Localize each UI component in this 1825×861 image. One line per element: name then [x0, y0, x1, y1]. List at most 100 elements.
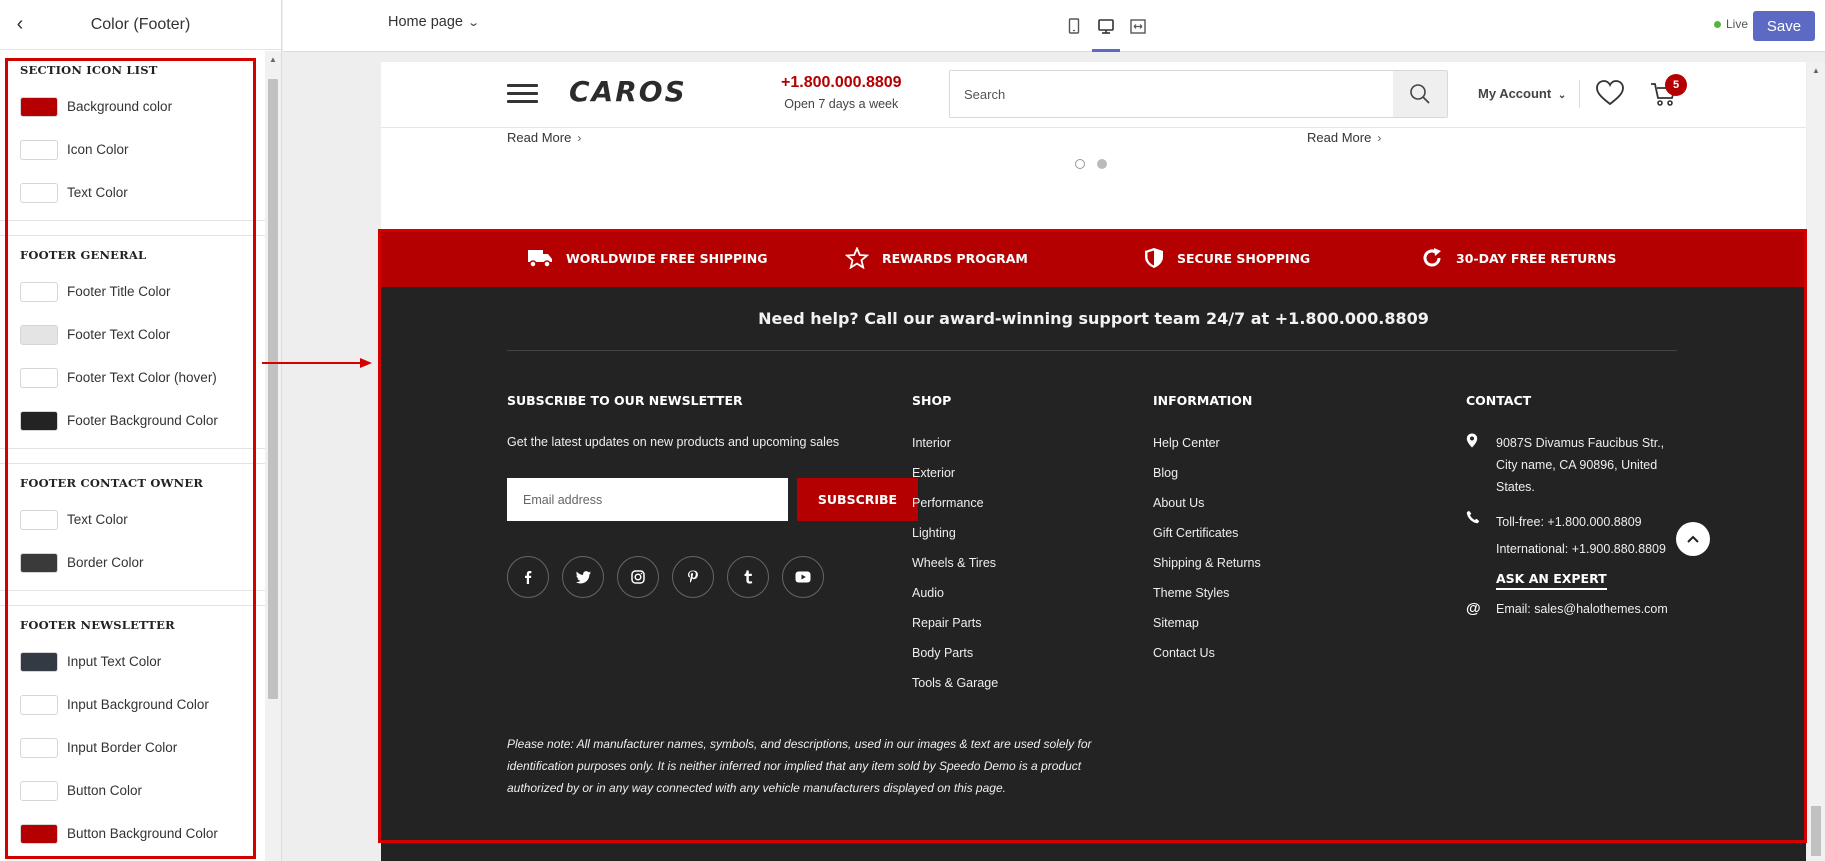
setting-label: Footer Title Color [67, 284, 171, 299]
setting-input-text-color[interactable]: Input Text Color [20, 640, 262, 683]
footer-link[interactable]: Sitemap [1153, 616, 1261, 646]
ask-an-expert-link[interactable]: ASK AN EXPERT [1496, 571, 1607, 590]
shop-column-title: SHOP [912, 393, 952, 408]
account-label: My Account [1478, 86, 1552, 101]
page-selector[interactable]: Home page ⌄ [388, 14, 480, 30]
facebook-link[interactable] [507, 556, 549, 598]
tumblr-link[interactable] [727, 556, 769, 598]
newsletter-title: SUBSCRIBE TO OUR NEWSLETTER [507, 393, 743, 408]
setting-footer-background-color[interactable]: Footer Background Color [20, 399, 262, 442]
sidebar-scrollbar[interactable]: ▲ [265, 51, 281, 861]
search-button[interactable] [1393, 71, 1447, 117]
color-swatch[interactable] [20, 367, 58, 388]
footer-link[interactable]: Blog [1153, 466, 1261, 496]
desktop-view-button[interactable] [1090, 0, 1122, 52]
newsletter-description: Get the latest updates on new products a… [507, 435, 840, 449]
setting-label: Input Text Color [67, 654, 162, 669]
settings-section-footer-general: FOOTER GENERAL Footer Title Color Footer… [0, 235, 281, 449]
settings-section-icon-list: SECTION ICON LIST Background color Icon … [0, 51, 281, 221]
newsletter-email-input[interactable] [507, 478, 788, 521]
read-more-link[interactable]: Read More › [1307, 130, 1381, 145]
footer-link[interactable]: Lighting [912, 526, 998, 556]
international-number[interactable]: International: +1.900.880.8809 [1496, 536, 1666, 563]
footer-link[interactable]: Shipping & Returns [1153, 556, 1261, 586]
icon-list-label: WORLDWIDE FREE SHIPPING [566, 250, 768, 266]
color-swatch[interactable] [20, 96, 58, 117]
footer-link[interactable]: Tools & Garage [912, 676, 998, 706]
footer-link[interactable]: Help Center [1153, 436, 1261, 466]
preview-scrollbar[interactable]: ▲ [1807, 62, 1825, 861]
setting-footer-title-color[interactable]: Footer Title Color [20, 270, 262, 313]
color-swatch[interactable] [20, 324, 58, 345]
wishlist-button[interactable] [1595, 79, 1625, 110]
footer-link[interactable]: Wheels & Tires [912, 556, 998, 586]
read-more-link[interactable]: Read More › [507, 130, 581, 145]
contact-address: 9087S Divamus Faucibus Str., City name, … [1466, 432, 1664, 498]
menu-icon[interactable] [507, 84, 538, 104]
footer-link[interactable]: Interior [912, 436, 998, 466]
scroll-up-arrow-icon[interactable]: ▲ [1807, 66, 1825, 75]
setting-input-border-color[interactable]: Input Border Color [20, 726, 262, 769]
my-account-menu[interactable]: My Account ⌄ [1478, 86, 1566, 101]
footer-link[interactable]: About Us [1153, 496, 1261, 526]
setting-button-color[interactable]: Button Color [20, 769, 262, 812]
color-swatch[interactable] [20, 552, 58, 573]
fullwidth-view-button[interactable] [1122, 0, 1154, 52]
setting-icon-list-text-color[interactable]: Text Color [20, 171, 262, 214]
color-swatch[interactable] [20, 694, 58, 715]
twitter-link[interactable] [562, 556, 604, 598]
mobile-view-button[interactable] [1058, 0, 1090, 52]
footer-link[interactable]: Body Parts [912, 646, 998, 676]
back-button[interactable]: ‹ [0, 0, 40, 50]
setting-button-background-color[interactable]: Button Background Color [20, 812, 262, 855]
youtube-link[interactable] [782, 556, 824, 598]
footer-link[interactable]: Exterior [912, 466, 998, 496]
setting-label: Text Color [67, 512, 128, 527]
footer-link[interactable]: Contact Us [1153, 646, 1261, 676]
color-swatch[interactable] [20, 651, 58, 672]
save-button[interactable]: Save [1753, 11, 1815, 41]
setting-contact-border-color[interactable]: Border Color [20, 541, 262, 584]
carousel-dot[interactable] [1075, 159, 1085, 169]
color-swatch[interactable] [20, 509, 58, 530]
footer-icon-list: WORLDWIDE FREE SHIPPING REWARDS PROGRAM … [381, 229, 1806, 287]
facebook-icon [525, 571, 532, 584]
scrollbar-thumb[interactable] [268, 79, 278, 699]
setting-footer-text-color[interactable]: Footer Text Color [20, 313, 262, 356]
setting-icon-list-background-color[interactable]: Background color [20, 85, 262, 128]
phone-number[interactable]: +1.800.000.8809 [781, 74, 902, 92]
setting-contact-text-color[interactable]: Text Color [20, 498, 262, 541]
footer-link[interactable]: Audio [912, 586, 998, 616]
footer-link[interactable]: Performance [912, 496, 998, 526]
icon-list-item: SECURE SHOPPING [1144, 240, 1310, 276]
footer-link[interactable]: Gift Certificates [1153, 526, 1261, 556]
search-input[interactable] [950, 71, 1393, 117]
back-to-top-button[interactable] [1676, 522, 1710, 556]
subscribe-button[interactable]: SUBSCRIBE [797, 478, 918, 521]
email-address[interactable]: Email: sales@halothemes.com [1496, 598, 1668, 620]
page-selector-label: Home page [388, 14, 463, 30]
color-swatch[interactable] [20, 737, 58, 758]
color-swatch[interactable] [20, 823, 58, 844]
instagram-icon [631, 570, 645, 584]
setting-input-background-color[interactable]: Input Background Color [20, 683, 262, 726]
store-header: CAROS +1.800.000.8809 Open 7 days a week… [381, 62, 1806, 128]
color-swatch[interactable] [20, 410, 58, 431]
instagram-link[interactable] [617, 556, 659, 598]
footer-link[interactable]: Theme Styles [1153, 586, 1261, 616]
color-swatch[interactable] [20, 281, 58, 302]
carousel-dot[interactable] [1097, 159, 1107, 169]
carousel-pagination [1075, 159, 1119, 169]
scrollbar-thumb[interactable] [1811, 806, 1821, 856]
color-swatch[interactable] [20, 139, 58, 160]
color-swatch[interactable] [20, 182, 58, 203]
setting-icon-color[interactable]: Icon Color [20, 128, 262, 171]
pinterest-link[interactable] [672, 556, 714, 598]
setting-footer-text-hover-color[interactable]: Footer Text Color (hover) [20, 356, 262, 399]
footer-link[interactable]: Repair Parts [912, 616, 998, 646]
color-swatch[interactable] [20, 780, 58, 801]
store-logo[interactable]: CAROS [567, 75, 737, 109]
setting-label: Button Background Color [67, 826, 218, 841]
scroll-up-arrow-icon[interactable]: ▲ [265, 55, 281, 64]
tollfree-number[interactable]: Toll-free: +1.800.000.8809 [1496, 509, 1666, 536]
